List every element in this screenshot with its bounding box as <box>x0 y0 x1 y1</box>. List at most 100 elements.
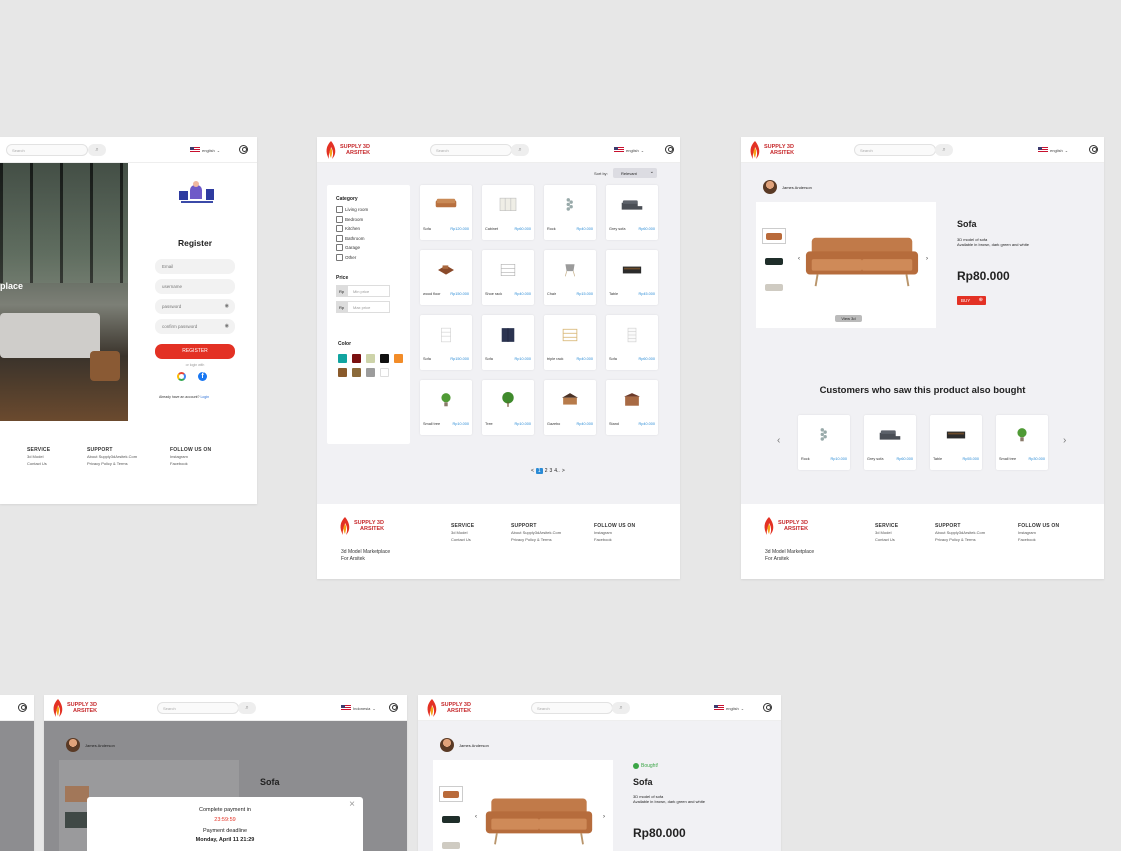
checkbox[interactable] <box>336 253 343 261</box>
color-swatch[interactable] <box>338 354 347 363</box>
color-swatch[interactable] <box>366 368 375 377</box>
user-icon[interactable] <box>239 145 248 154</box>
product-card[interactable]: wood floor Rp150.000 <box>420 250 472 305</box>
product-card[interactable]: Stand Rp40.000 <box>606 380 658 435</box>
next-image-icon[interactable]: › <box>926 256 928 262</box>
seller-avatar[interactable] <box>440 738 454 752</box>
brand-logo[interactable]: SUPPLY 3D ARSITEK <box>325 140 370 160</box>
min-price-field[interactable]: Rp Min price <box>336 285 390 297</box>
product-card[interactable]: Rock Rp40.000 <box>544 185 596 240</box>
category-garage[interactable]: Garage <box>336 243 368 253</box>
user-icon[interactable] <box>18 703 27 712</box>
footer-link-privacy[interactable]: Privacy Policy & Terms <box>87 460 137 467</box>
search-input[interactable]: Search <box>430 144 512 156</box>
seller-avatar[interactable] <box>763 180 777 194</box>
product-card[interactable]: Sofa Rp120.000 <box>420 185 472 240</box>
prev-image-icon[interactable]: ‹ <box>798 256 800 262</box>
footer-link-instagram[interactable]: Instagram <box>170 453 211 460</box>
user-icon[interactable] <box>1089 145 1098 154</box>
page-4[interactable]: 4.. <box>554 468 560 474</box>
seller-name[interactable]: James Anderson <box>459 743 489 748</box>
next-image-icon[interactable]: › <box>603 814 605 820</box>
search-input[interactable]: Search <box>531 702 613 714</box>
footer-link-contact[interactable]: Contact Us <box>27 460 50 467</box>
search-button[interactable]: ⌕ <box>612 702 630 714</box>
color-swatch[interactable] <box>338 368 347 377</box>
thumb-white[interactable] <box>762 280 786 296</box>
brand-logo[interactable]: SUPPLY 3D ARSITEK <box>52 698 97 718</box>
user-icon[interactable] <box>763 703 772 712</box>
sort-select[interactable]: Relevant ⌄ <box>613 168 657 178</box>
carousel-prev-icon[interactable]: ‹ <box>777 435 780 446</box>
color-swatch[interactable] <box>366 354 375 363</box>
footer-link-instagram[interactable]: Instagram <box>1018 529 1059 536</box>
category-bedroom[interactable]: Bedroom <box>336 215 368 225</box>
eye-icon[interactable]: ◉ <box>225 323 229 329</box>
max-price-field[interactable]: Rp Max price <box>336 301 390 313</box>
thumb-green[interactable] <box>762 254 786 270</box>
footer-link-contact[interactable]: Contact Us <box>875 536 898 543</box>
color-swatch[interactable] <box>352 354 361 363</box>
confirm-password-field[interactable]: confirm password ◉ <box>155 319 235 334</box>
thumb-brown[interactable] <box>762 228 786 244</box>
product-card[interactable]: Cabinet Rp60.000 <box>482 185 534 240</box>
category-other[interactable]: Other <box>336 253 368 263</box>
product-card[interactable]: Gazebo Rp40.000 <box>544 380 596 435</box>
thumb-brown[interactable] <box>439 786 463 802</box>
search-button[interactable]: ⌕ <box>238 702 256 714</box>
search-input[interactable]: Search <box>157 702 239 714</box>
seller-name[interactable]: James Anderson <box>85 743 115 748</box>
product-card[interactable]: Grey sofa Rp60.000 <box>606 185 658 240</box>
checkbox[interactable] <box>336 234 343 242</box>
checkbox[interactable] <box>336 206 343 214</box>
search-button[interactable]: ⌕ <box>935 144 953 156</box>
footer-link-privacy[interactable]: Privacy Policy & Terms <box>935 536 985 543</box>
language-selector[interactable]: english ⌄ <box>714 705 744 711</box>
prev-image-icon[interactable]: ‹ <box>475 814 477 820</box>
footer-link-about[interactable]: About Supply3dArsitek.Com <box>87 453 137 460</box>
language-selector[interactable]: Indonesia ⌄ <box>341 705 376 711</box>
product-card[interactable]: triple rack Rp40.000 <box>544 315 596 370</box>
product-card[interactable]: Tree Rp10.000 <box>482 380 534 435</box>
footer-link-privacy[interactable]: Privacy Policy & Terms <box>511 536 561 543</box>
language-selector[interactable]: english ⌄ <box>614 147 644 153</box>
related-product-card[interactable]: Table Rp55.000 <box>930 415 982 470</box>
buy-button[interactable]: BUY ⊕ <box>957 296 986 305</box>
footer-link-facebook[interactable]: Facebook <box>1018 536 1059 543</box>
thumb-green[interactable] <box>439 812 463 828</box>
color-swatch[interactable] <box>380 368 389 377</box>
search-input[interactable]: Search <box>6 144 88 156</box>
brand-logo[interactable]: SUPPLY 3D ARSITEK <box>426 698 471 718</box>
register-button[interactable]: REGISTER <box>155 344 235 359</box>
search-button[interactable]: ⌕ <box>88 144 106 156</box>
brand-logo[interactable]: SUPPLY 3D ARSITEK <box>749 140 794 160</box>
product-card[interactable]: Sofa Rp150.000 <box>420 315 472 370</box>
page-2[interactable]: 2 <box>545 468 548 474</box>
footer-link-3d-model[interactable]: 3d Model <box>27 453 50 460</box>
checkbox[interactable] <box>336 244 343 252</box>
checkbox[interactable] <box>336 215 343 223</box>
product-card[interactable]: Small tree Rp10.000 <box>420 380 472 435</box>
product-card[interactable]: Shoe rack Rp40.000 <box>482 250 534 305</box>
login-link[interactable]: Login <box>200 395 209 399</box>
footer-link-about[interactable]: About Supply3dArsitek.Com <box>511 529 561 536</box>
checkbox[interactable] <box>336 225 343 233</box>
user-icon[interactable] <box>665 145 674 154</box>
eye-icon[interactable]: ◉ <box>225 303 229 309</box>
page-next[interactable]: > <box>562 468 565 474</box>
language-selector[interactable]: english ⌄ <box>190 147 220 153</box>
product-card[interactable]: Table Rp45.000 <box>606 250 658 305</box>
footer-link-facebook[interactable]: Facebook <box>594 536 635 543</box>
footer-link-about[interactable]: About Supply3dArsitek.Com <box>935 529 985 536</box>
carousel-next-icon[interactable]: › <box>1063 435 1066 446</box>
color-swatch[interactable] <box>352 368 361 377</box>
thumb-white[interactable] <box>439 838 463 851</box>
product-card[interactable]: Chair Rp15.000 <box>544 250 596 305</box>
google-icon[interactable] <box>177 372 186 381</box>
related-product-card[interactable]: Small tree Rp30.000 <box>996 415 1048 470</box>
user-icon[interactable] <box>389 703 398 712</box>
footer-link-3d-model[interactable]: 3d Model <box>875 529 898 536</box>
product-card[interactable]: Sofa Rp60.000 <box>606 315 658 370</box>
search-input[interactable]: Search <box>854 144 936 156</box>
username-field[interactable]: username <box>155 279 235 294</box>
